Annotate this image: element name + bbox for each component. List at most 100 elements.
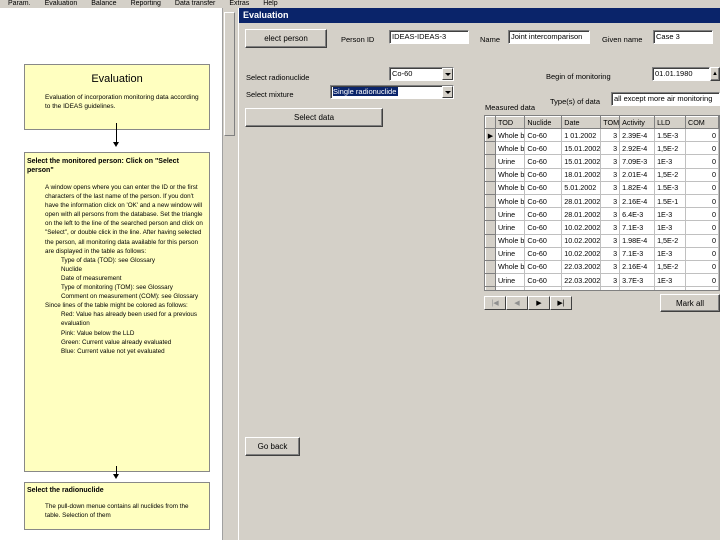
- help-list-item: Comment on measurement (COM): see Glossa…: [61, 293, 199, 301]
- help-color-item: Green: Current value already evaluated: [61, 338, 172, 346]
- table-cell: 2.39E-4: [619, 128, 656, 143]
- first-record-icon[interactable]: |◀: [484, 296, 506, 310]
- person-id-field[interactable]: IDEAS-IDEAS-3: [389, 30, 469, 44]
- table-cell: Co-60: [524, 154, 563, 169]
- table-cell: 3: [600, 234, 621, 248]
- row-indicator[interactable]: [485, 273, 496, 288]
- help-box-select-person: Select the monitored person: Click on "S…: [24, 152, 210, 472]
- help-box-title: Select the radionuclide: [27, 487, 104, 494]
- help-scrollbar[interactable]: [222, 8, 236, 540]
- flow-arrowhead: [113, 142, 119, 147]
- select-data-button[interactable]: Select data: [245, 108, 383, 127]
- table-cell: 1,5E-2: [654, 168, 687, 182]
- table-row[interactable]: Urine Co-60 10.02.2002 3 7.1E-3 1E-3 0: [485, 220, 719, 235]
- menu-item[interactable]: Extras: [229, 0, 249, 8]
- row-indicator[interactable]: [485, 167, 496, 182]
- table-row[interactable]: Whole b Co-60 22.03.2002 3 2.16E-4 1,5E-2 0: [485, 259, 719, 275]
- table-cell: 2.16E-4: [619, 194, 656, 209]
- data-grid: TOD Nuclide Date TOM Activity LLD COM ▶ Whole b…: [485, 116, 719, 290]
- table-cell: 0: [685, 141, 719, 156]
- select-mixture-label: Select mixture: [246, 90, 294, 99]
- menu-item[interactable]: Help: [263, 0, 277, 8]
- table-cell: 0: [685, 273, 719, 288]
- row-indicator[interactable]: [485, 220, 496, 235]
- table-cell: 3: [600, 154, 621, 169]
- table-cell: 0: [685, 181, 719, 195]
- table-row[interactable]: Whole bCo-6022.03.200231.75E-41,5E-20: [485, 286, 719, 290]
- date-spin-button[interactable]: ▲: [710, 67, 720, 81]
- row-indicator[interactable]: [485, 246, 496, 261]
- table-cell: 0: [685, 220, 719, 235]
- measured-data-table[interactable]: TOD Nuclide Date TOM Activity LLD COM ▶ Whole b…: [484, 115, 720, 291]
- column-header[interactable]: Nuclide: [524, 116, 563, 129]
- menu-item[interactable]: Data transfer: [175, 0, 215, 8]
- menu-item[interactable]: Balance: [91, 0, 116, 8]
- table-row[interactable]: Urine Co-60 10.02.2002 3 7.1E-3 1E-3 0: [485, 246, 719, 261]
- table-row[interactable]: ▶ Whole b Co-60 1 01.2002 3 2.39E-4 1.5E-3 0: [485, 127, 719, 143]
- table-row[interactable]: Urine Co-60 22.03.2002 3 3.7E-3 1E-3 0: [485, 273, 719, 288]
- row-indicator[interactable]: [485, 233, 496, 248]
- menu-item[interactable]: Param.: [8, 0, 31, 8]
- last-record-icon[interactable]: ▶|: [550, 296, 572, 310]
- mark-all-button[interactable]: Mark all: [660, 294, 720, 312]
- scrollbar-thumb[interactable]: [224, 12, 235, 136]
- type-of-data-select[interactable]: all except more air monitoring: [611, 92, 720, 106]
- column-header[interactable]: Activity: [619, 116, 656, 129]
- flow-arrowhead: [113, 474, 119, 479]
- column-header[interactable]: LLD: [654, 116, 687, 129]
- table-cell: 1.5E-3: [654, 128, 687, 143]
- table-row[interactable]: Whole b Co-60 18.01.2002 3 2.01E-4 1,5E-2 0: [485, 167, 719, 182]
- begin-monitoring-field[interactable]: 01.01.1980: [652, 67, 710, 81]
- type-of-data-value: all except more air monitoring: [614, 94, 713, 103]
- row-indicator[interactable]: [485, 193, 496, 209]
- column-header[interactable]: TOM: [600, 116, 621, 129]
- menu-item[interactable]: Evaluation: [45, 0, 78, 8]
- table-cell: 3: [600, 128, 621, 143]
- row-indicator[interactable]: [485, 286, 496, 290]
- name-field[interactable]: Joint intercomparison: [508, 30, 590, 44]
- mixture-select[interactable]: Single radionuclide: [330, 85, 454, 99]
- row-indicator[interactable]: [485, 259, 496, 275]
- row-indicator[interactable]: [485, 154, 496, 169]
- current-row-indicator-icon[interactable]: ▶: [485, 127, 496, 143]
- select-person-button[interactable]: elect person: [245, 29, 327, 48]
- table-cell: 5.01.2002: [561, 181, 602, 195]
- table-row[interactable]: Whole b Co-60 5.01.2002 3 1.82E-4 1.5E-3 0: [485, 180, 719, 195]
- row-indicator[interactable]: [485, 180, 496, 195]
- column-header[interactable]: Date: [561, 116, 602, 129]
- table-cell: Co-60: [524, 141, 563, 156]
- table-cell: Co-60: [524, 194, 563, 209]
- help-pane: Evaluation Evaluation of incorporation m…: [0, 8, 222, 540]
- chevron-down-icon[interactable]: [442, 68, 453, 80]
- chevron-down-icon[interactable]: [442, 86, 453, 98]
- table-cell: 10.02.2002: [561, 234, 602, 248]
- row-indicator[interactable]: [485, 207, 496, 222]
- table-row[interactable]: Urine Co-60 28.01.2002 3 6.4E-3 1E-3 0: [485, 207, 719, 222]
- help-box-evaluation: Evaluation Evaluation of incorporation m…: [24, 64, 210, 130]
- table-row[interactable]: Whole b Co-60 28.01.2002 3 2.16E-4 1.5E-1 0: [485, 193, 719, 209]
- table-cell: 1E-3: [654, 273, 687, 288]
- column-header[interactable]: TOD: [494, 116, 526, 129]
- table-row[interactable]: Urine Co-60 15.01.2002 3 7.09E-3 1E-3 0: [485, 154, 719, 169]
- radionuclide-select[interactable]: Co-60: [389, 67, 454, 81]
- given-name-label: Given name: [602, 35, 643, 44]
- menu-item[interactable]: Reporting: [131, 0, 161, 8]
- table-cell: 22.03.2002: [561, 286, 602, 290]
- table-cell: 6.4E-3: [619, 207, 656, 222]
- next-record-icon[interactable]: ▶: [528, 296, 550, 310]
- help-color-item: Blue: Current value not yet evaluated: [61, 347, 165, 355]
- table-row[interactable]: Whole b Co-60 10.02.2002 3 1.98E-4 1,5E-2 0: [485, 233, 719, 248]
- column-header[interactable]: COM: [685, 116, 719, 129]
- table-cell: 0: [685, 168, 719, 182]
- table-cell: 3: [600, 220, 621, 235]
- table-cell: 10.02.2002: [561, 247, 602, 261]
- prev-record-icon[interactable]: ◀: [506, 296, 528, 310]
- table-cell: 0: [685, 234, 719, 248]
- row-indicator[interactable]: [485, 141, 496, 156]
- table-cell: 3: [600, 141, 621, 156]
- given-name-field[interactable]: Case 3: [653, 30, 713, 44]
- table-cell: 1,5E-2: [654, 286, 687, 290]
- go-back-button[interactable]: Go back: [245, 437, 300, 456]
- table-cell: 2.01E-4: [619, 168, 656, 182]
- table-row[interactable]: Whole b Co-60 15.01.2002 3 2.92E-4 1,5E-2 0: [485, 141, 719, 156]
